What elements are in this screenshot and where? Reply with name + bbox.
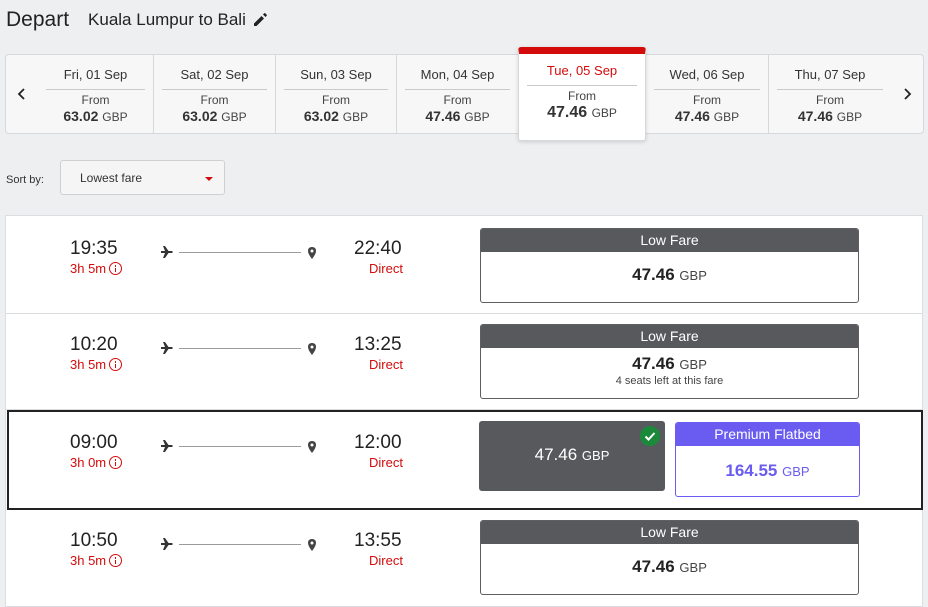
fare-price: 47.46 GBP [632, 557, 707, 576]
checkmark-icon [640, 426, 660, 446]
date-price: 47.46 GBP [674, 108, 740, 124]
fare-price: 47.46 GBP [632, 265, 707, 284]
date-tab-5[interactable]: Wed, 06 Sep From 47.46 GBP [646, 55, 769, 133]
date-price: 47.46 GBP [797, 108, 863, 124]
info-icon[interactable] [109, 358, 123, 371]
location-pin-icon [308, 247, 316, 259]
flight-results: 19:35 3h 5m 22:40 Direct Low Fare 47.46 … [5, 215, 923, 607]
date-tab-6[interactable]: Thu, 07 Sep From 47.46 GBP [769, 55, 891, 133]
date-tab-3[interactable]: Mon, 04 Sep From 47.46 GBP [397, 55, 518, 133]
plane-icon [161, 538, 173, 550]
date-label: Sun, 03 Sep [284, 67, 388, 90]
fare-price: 47.46 GBP [632, 354, 707, 373]
depart-time: 10:20 [70, 334, 118, 355]
date-price: 63.02 GBP [182, 108, 247, 124]
page-header: Depart Kuala Lumpur to Bali [6, 6, 268, 34]
route-line [179, 252, 301, 253]
location-pin-icon [308, 343, 316, 355]
fare-price: 47.46 GBP [534, 445, 610, 464]
from-label: From [322, 93, 350, 107]
low-fare-option[interactable]: Low Fare 47.46 GBP 4 seats left at this … [480, 324, 859, 399]
flight-row[interactable]: 10:20 3h 5m 13:25 Direct Low Fare 47.46 … [6, 314, 922, 410]
from-label: From [443, 93, 472, 107]
flight-row[interactable]: 19:35 3h 5m 22:40 Direct Low Fare 47.46 … [6, 216, 922, 314]
fare-name: Low Fare [481, 229, 858, 252]
duration: 3h 5m [70, 553, 123, 568]
selected-fare-option[interactable]: 47.46 GBP [479, 421, 665, 491]
from-label: From [816, 93, 844, 107]
date-label: Fri, 01 Sep [46, 67, 145, 90]
from-label: From [568, 89, 596, 103]
depart-time: 19:35 [70, 238, 118, 259]
date-price: 63.02 GBP [63, 108, 128, 124]
low-fare-option[interactable]: Low Fare 47.46 GBP [480, 520, 859, 595]
date-label: Tue, 05 Sep [527, 63, 637, 86]
sort-dropdown[interactable]: Lowest fare [60, 160, 225, 195]
arrive-time: 13:25 [354, 334, 402, 355]
sort-value: Lowest fare [80, 171, 143, 185]
edit-pencil-icon[interactable] [252, 12, 268, 28]
date-price: 47.46 GBP [547, 104, 617, 121]
plane-icon [161, 342, 173, 354]
arrive-time: 12:00 [354, 432, 402, 453]
next-dates-chevron-right-icon[interactable] [891, 55, 923, 133]
route-line [179, 544, 301, 545]
seats-left-note: 4 seats left at this fare [615, 375, 724, 387]
info-icon[interactable] [109, 262, 123, 275]
date-tab-1[interactable]: Sat, 02 Sep From 63.02 GBP [154, 55, 276, 133]
stops-label: Direct [369, 261, 403, 276]
date-tab-0[interactable]: Fri, 01 Sep From 63.02 GBP [38, 55, 154, 133]
flight-row-selected[interactable]: 09:00 3h 0m 12:00 Direct 47.46 GBP Premi… [7, 410, 923, 510]
from-label: From [200, 93, 229, 107]
date-price: 47.46 GBP [425, 108, 490, 124]
sort-label: Sort by: [6, 174, 44, 186]
stops-label: Direct [369, 553, 403, 568]
depart-time: 09:00 [70, 432, 118, 453]
route-line [179, 348, 301, 349]
fare-name: Low Fare [481, 521, 858, 544]
date-label: Wed, 06 Sep [654, 67, 760, 90]
location-pin-icon [308, 539, 316, 551]
page-title: Depart [6, 8, 70, 31]
stops-label: Direct [369, 357, 403, 372]
date-tab-selected[interactable]: Tue, 05 Sep From 47.46 GBP [518, 47, 646, 141]
from-label: From [81, 93, 110, 107]
location-pin-icon [308, 441, 316, 453]
stops-label: Direct [369, 455, 403, 470]
duration: 3h 5m [70, 261, 123, 276]
flight-row[interactable]: 10:50 3h 5m 13:55 Direct Low Fare 47.46 … [6, 510, 922, 607]
date-label: Thu, 07 Sep [777, 67, 883, 90]
date-label: Mon, 04 Sep [405, 67, 510, 90]
depart-time: 10:50 [70, 530, 118, 551]
arrive-time: 13:55 [354, 530, 402, 551]
fare-name: Low Fare [481, 325, 858, 348]
duration: 3h 0m [70, 455, 123, 470]
route-line [179, 446, 301, 447]
date-tab-2[interactable]: Sun, 03 Sep From 63.02 GBP [276, 55, 397, 133]
fare-name: Premium Flatbed [676, 423, 859, 446]
date-label: Sat, 02 Sep [162, 67, 267, 90]
date-price: 63.02 GBP [303, 108, 369, 124]
date-selector: Fri, 01 Sep From 63.02 GBP Sat, 02 Sep F… [5, 47, 924, 141]
route-label: Kuala Lumpur to Bali [88, 10, 246, 29]
plane-icon [161, 246, 173, 258]
low-fare-option[interactable]: Low Fare 47.46 GBP [480, 228, 859, 303]
premium-flatbed-option[interactable]: Premium Flatbed 164.55 GBP [675, 422, 860, 497]
info-icon[interactable] [109, 456, 123, 469]
from-label: From [693, 93, 721, 107]
info-icon[interactable] [109, 554, 123, 567]
duration: 3h 5m [70, 357, 123, 372]
fare-price: 164.55 GBP [725, 461, 810, 480]
plane-icon [161, 440, 173, 452]
caret-down-icon [205, 177, 213, 181]
arrive-time: 22:40 [354, 238, 402, 259]
prev-dates-chevron-left-icon[interactable] [6, 55, 38, 133]
